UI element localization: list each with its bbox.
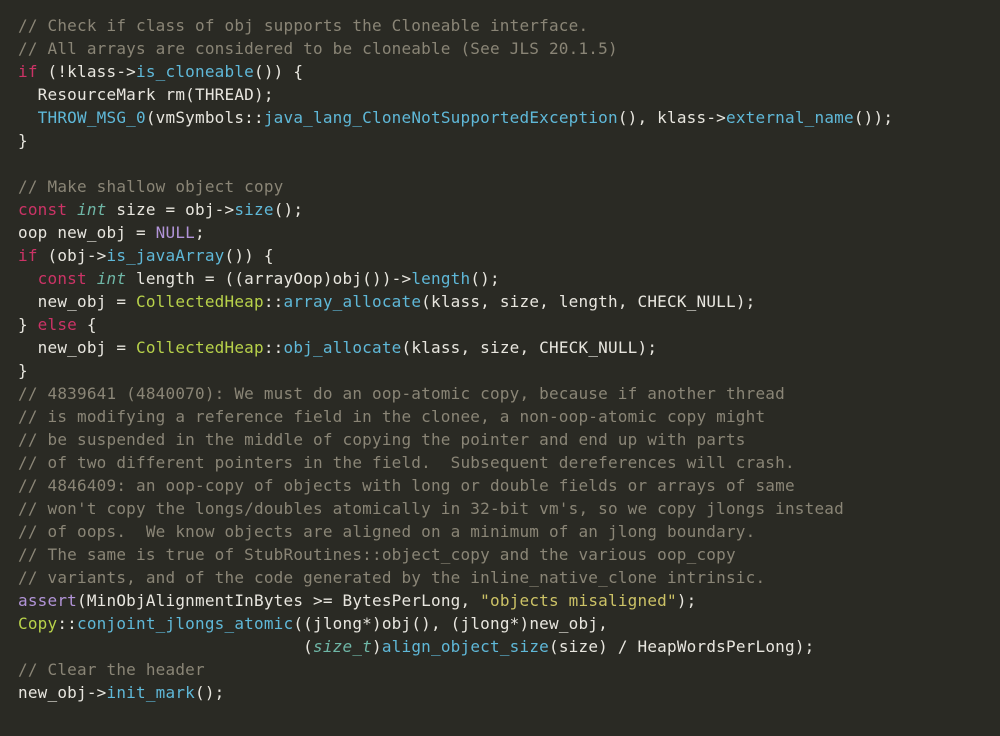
class-name: CollectedHeap	[136, 338, 264, 357]
comment-line: // variants, and of the code generated b…	[18, 568, 765, 587]
code-text: ();	[195, 683, 225, 702]
comment-line: // of two different pointers in the fiel…	[18, 453, 795, 472]
code-text: ());	[854, 108, 893, 127]
code-text: ()) {	[225, 246, 274, 265]
type-int: int	[77, 200, 107, 219]
class-name: CollectedHeap	[136, 292, 264, 311]
code-text: size = obj->	[107, 200, 235, 219]
brace: }	[18, 315, 38, 334]
code-text	[18, 108, 38, 127]
code-text: );	[677, 591, 697, 610]
code-text: (size) / HeapWordsPerLong);	[549, 637, 815, 656]
method-call: is_cloneable	[136, 62, 254, 81]
code-text: ::	[264, 338, 284, 357]
type-sizet: size_t	[313, 637, 372, 656]
code-text: ::	[264, 292, 284, 311]
code-text: length = ((arrayOop)obj())->	[126, 269, 411, 288]
comment-line: // The same is true of StubRoutines::obj…	[18, 545, 736, 564]
code-text: (!klass->	[38, 62, 136, 81]
code-text: {	[77, 315, 97, 334]
comment-line: // Clear the header	[18, 660, 205, 679]
code-text: ;	[195, 223, 205, 242]
method-call: conjoint_jlongs_atomic	[77, 614, 293, 633]
method-call: init_mark	[107, 683, 196, 702]
brace: }	[18, 131, 28, 150]
keyword-else: else	[38, 315, 77, 334]
code-text: (obj->	[38, 246, 107, 265]
code-text: (MinObjAlignmentInBytes >= BytesPerLong,	[77, 591, 480, 610]
null-literal: NULL	[156, 223, 195, 242]
code-text: ();	[274, 200, 304, 219]
comment-line: // be suspended in the middle of copying…	[18, 430, 746, 449]
brace: }	[18, 361, 28, 380]
code-text: ();	[470, 269, 500, 288]
string-literal: "objects misaligned"	[480, 591, 677, 610]
keyword-if: if	[18, 62, 38, 81]
comment-line: // Make shallow object copy	[18, 177, 284, 196]
comment-line: // won't copy the longs/doubles atomical…	[18, 499, 844, 518]
code-text: oop new_obj =	[18, 223, 156, 242]
keyword-if: if	[18, 246, 38, 265]
code-editor[interactable]: // Check if class of obj supports the Cl…	[0, 0, 1000, 718]
code-text: ::	[57, 614, 77, 633]
comment-line: // 4839641 (4840070): We must do an oop-…	[18, 384, 785, 403]
method-call: size	[234, 200, 273, 219]
comment-line: // All arrays are considered to be clone…	[18, 39, 618, 58]
code-text: new_obj =	[18, 338, 136, 357]
function-call: align_object_size	[382, 637, 549, 656]
method-call: is_javaArray	[107, 246, 225, 265]
method-call: obj_allocate	[284, 338, 402, 357]
method-call: length	[411, 269, 470, 288]
class-name: Copy	[18, 614, 57, 633]
method-call: java_lang_CloneNotSupportedException	[264, 108, 618, 127]
assert-call: assert	[18, 591, 77, 610]
method-call: external_name	[726, 108, 854, 127]
code-text: ((jlong*)obj(), (jlong*)new_obj,	[293, 614, 608, 633]
comment-line: // is modifying a reference field in the…	[18, 407, 765, 426]
code-text: ()) {	[254, 62, 303, 81]
code-text: (klass, size, CHECK_NULL);	[402, 338, 658, 357]
code-text: new_obj->	[18, 683, 107, 702]
macro-call: THROW_MSG_0	[38, 108, 146, 127]
code-text: )	[372, 637, 382, 656]
comment-line: // of oops. We know objects are aligned …	[18, 522, 755, 541]
keyword-const: const	[38, 269, 87, 288]
keyword-const: const	[18, 200, 67, 219]
code-text: new_obj =	[18, 292, 136, 311]
code-text: (vmSymbols::	[146, 108, 264, 127]
method-call: array_allocate	[284, 292, 422, 311]
code-text: (), klass->	[618, 108, 726, 127]
code-text: (klass, size, length, CHECK_NULL);	[421, 292, 755, 311]
comment-line: // Check if class of obj supports the Cl…	[18, 16, 588, 35]
comment-line: // 4846409: an oop-copy of objects with …	[18, 476, 795, 495]
type-int: int	[97, 269, 127, 288]
code-text: ResourceMark rm(THREAD);	[18, 85, 274, 104]
code-text: (	[18, 637, 313, 656]
